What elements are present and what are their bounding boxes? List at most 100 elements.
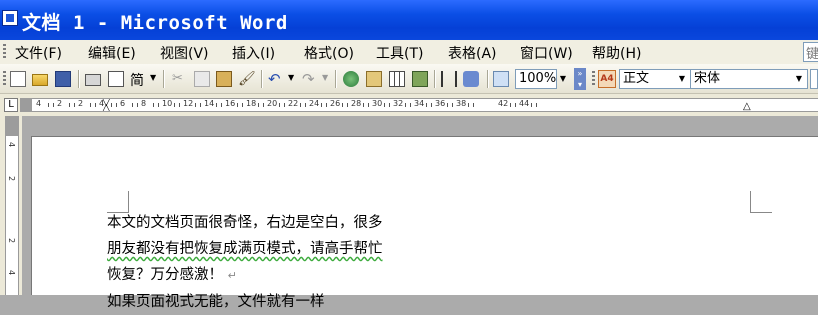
styles-pane-icon[interactable]: A4 — [598, 70, 616, 88]
chevron-down-icon[interactable]: ▼ — [288, 73, 294, 82]
menu-insert[interactable]: 插入(I) — [232, 43, 275, 63]
ruler-track[interactable]: 4 2 2 4 6 8 10 12 14 16 18 20 22 24 26 28 30 32 34 36 38 42 44… — [32, 98, 818, 112]
chevron-down-icon[interactable]: ▼ — [150, 73, 156, 82]
ruler-label: 38 — [456, 99, 467, 108]
ruler-tick — [242, 103, 243, 107]
insert-table-icon[interactable] — [389, 71, 405, 87]
menu-edit[interactable]: 编辑(E) — [88, 43, 136, 63]
open-folder-icon[interactable] — [32, 74, 48, 86]
toolbar-separator — [78, 70, 80, 88]
chevron-down-icon[interactable]: ▼ — [676, 69, 688, 89]
font-size-select[interactable] — [810, 69, 818, 89]
ruler-tick — [279, 103, 280, 107]
ruler-tick — [452, 103, 453, 107]
vertical-ruler-track[interactable]: 4 2 2 4 — [5, 136, 19, 295]
document-map-icon[interactable] — [493, 71, 509, 87]
new-document-icon[interactable] — [10, 71, 26, 87]
toolbar-grip[interactable] — [3, 71, 6, 87]
help-search-box[interactable]: 键 — [803, 42, 818, 62]
toolbar-options-icon[interactable]: » ▾ — [574, 68, 586, 90]
redo-icon[interactable]: ↷ — [302, 71, 318, 87]
menubar-grip[interactable] — [3, 44, 6, 60]
ruler-tick — [531, 103, 532, 107]
ruler-tick — [536, 103, 537, 107]
ruler-label: 16 — [225, 99, 236, 108]
left-indent-marker[interactable]: △ — [102, 102, 110, 111]
word-app-icon[interactable] — [2, 10, 18, 26]
menu-file[interactable]: 文件(F) — [15, 43, 62, 63]
ruler-tick — [216, 103, 217, 107]
ruler-tick — [221, 103, 222, 107]
cut-icon[interactable]: ✂ — [172, 71, 188, 87]
insert-excel-icon[interactable] — [412, 71, 428, 87]
vruler-label: 4 — [7, 269, 17, 276]
toolbar-separator — [434, 70, 436, 88]
tab-selector[interactable]: L — [4, 98, 18, 112]
ruler-label: 12 — [183, 99, 194, 108]
ruler-tick — [174, 103, 175, 107]
vertical-ruler-margin — [5, 116, 19, 136]
chevron-down-icon[interactable]: ▼ — [557, 69, 569, 89]
vruler-label: 2 — [7, 175, 17, 182]
toolbar-separator — [487, 70, 489, 88]
tables-borders-icon[interactable] — [366, 71, 382, 87]
text-line-partial: 如果页面视式无能，文件就有一样 — [107, 294, 325, 310]
zoom-select[interactable]: 100% — [515, 69, 557, 89]
ruler-tick — [342, 103, 343, 107]
simplified-traditional-button[interactable]: 简 — [130, 70, 144, 90]
chevron-down-icon[interactable]: ▼ — [322, 73, 328, 82]
menu-window[interactable]: 窗口(W) — [520, 43, 573, 63]
ruler-tick — [179, 103, 180, 107]
undo-icon[interactable]: ↶ — [268, 71, 284, 87]
columns-icon[interactable] — [441, 71, 457, 87]
toolbar-separator — [261, 70, 263, 88]
ruler-label: 6 — [120, 99, 126, 108]
ruler-tick — [363, 103, 364, 107]
toolbar-grip[interactable] — [592, 71, 595, 87]
hyperlink-icon[interactable] — [343, 71, 359, 87]
right-indent-marker[interactable]: △ — [743, 102, 751, 112]
margin-corner-mark — [750, 191, 772, 213]
vruler-label: 2 — [7, 237, 17, 244]
toolbar-separator — [163, 70, 165, 88]
font-select[interactable]: 宋体 — [690, 69, 808, 89]
ruler-tick — [263, 103, 264, 107]
grammar-flagged-text: 朋友都没有把恢复成满页模式，请高手帮忙 — [107, 241, 383, 257]
ruler-tick — [74, 103, 75, 107]
menu-tools[interactable]: 工具(T) — [376, 43, 423, 63]
menu-view[interactable]: 视图(V) — [160, 43, 209, 63]
ruler-tick — [258, 103, 259, 107]
ruler-tick — [515, 103, 516, 107]
ruler-tick — [389, 103, 390, 107]
ruler-tick — [237, 103, 238, 107]
text-line: 朋友都没有把恢复成满页模式，请高手帮忙 — [107, 236, 437, 262]
ruler-tick — [426, 103, 427, 107]
ruler-label: 2 — [78, 99, 84, 108]
save-icon[interactable] — [55, 71, 71, 87]
print-icon[interactable] — [85, 74, 101, 86]
ruler-label: 36 — [435, 99, 446, 108]
copy-icon[interactable] — [194, 71, 210, 87]
menu-table[interactable]: 表格(A) — [448, 43, 497, 63]
ruler-tick — [300, 103, 301, 107]
ruler-tick — [305, 103, 306, 107]
menu-help[interactable]: 帮助(H) — [592, 43, 641, 63]
ruler-tick — [158, 103, 159, 107]
ruler-tick — [90, 103, 91, 107]
paste-icon[interactable] — [216, 71, 232, 87]
drawing-icon[interactable] — [463, 71, 479, 87]
print-preview-icon[interactable] — [108, 71, 124, 87]
ruler-tick — [69, 103, 70, 107]
ruler-label: 14 — [204, 99, 215, 108]
ruler-label: 34 — [414, 99, 425, 108]
ruler-tick — [321, 103, 322, 107]
document-body-text[interactable]: 本文的文档页面很奇怪，右边是空白，很多 朋友都没有把恢复成满页模式，请高手帮忙 … — [107, 210, 437, 315]
ruler-tick — [347, 103, 348, 107]
menu-format[interactable]: 格式(O) — [304, 43, 354, 63]
ruler-label: 10 — [162, 99, 173, 108]
format-painter-icon[interactable]: 🖌 — [238, 71, 256, 87]
ruler-label: 18 — [246, 99, 257, 108]
ruler-label: 28 — [351, 99, 362, 108]
chevron-down-icon[interactable]: ▼ — [793, 69, 805, 89]
text-line-content: 恢复？万分感激！ — [107, 267, 223, 283]
